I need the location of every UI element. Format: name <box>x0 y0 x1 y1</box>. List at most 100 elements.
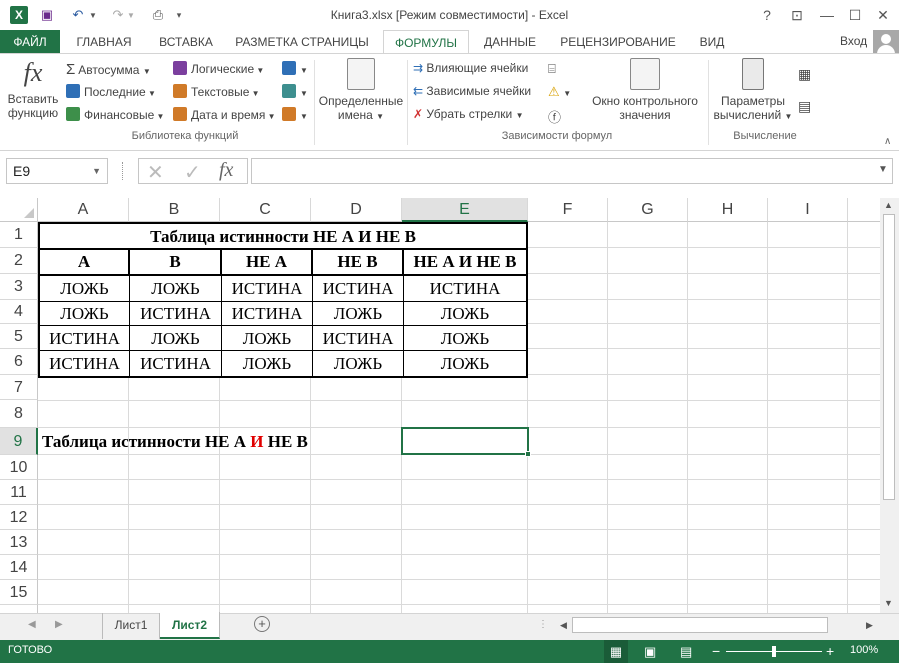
remove-arrows-button[interactable]: ✗ Убрать стрелки ▼ <box>413 107 523 121</box>
evaluate-formula-icon[interactable]: ⓕ <box>548 107 561 126</box>
show-formulas-icon[interactable]: ⌸ <box>548 61 556 77</box>
table-cell[interactable]: ИСТИНА <box>130 302 222 326</box>
financial-button[interactable]: Финансовые ▼ <box>66 107 164 122</box>
table-title[interactable]: Таблица истинности НЕ А И НЕ В <box>40 224 526 250</box>
collapse-ribbon-icon[interactable]: ∧ <box>884 136 891 147</box>
scroll-down-icon[interactable]: ▼ <box>884 598 893 608</box>
horizontal-scrollbar[interactable] <box>572 617 828 633</box>
table-cell[interactable]: ИСТИНА <box>222 302 313 326</box>
scrollbar-thumb[interactable] <box>883 214 895 500</box>
column-header-d[interactable]: D <box>311 198 402 222</box>
scroll-up-icon[interactable]: ▲ <box>884 200 893 210</box>
row-header-8[interactable]: 8 <box>0 400 38 428</box>
sheet-tab-1[interactable]: Лист1 <box>102 613 160 639</box>
tab-formulas[interactable]: ФОРМУЛЫ <box>383 30 469 55</box>
recent-button[interactable]: Последние ▼ <box>66 84 156 99</box>
row-header-9[interactable]: 9 <box>0 428 38 455</box>
table-cell[interactable]: ЛОЖЬ <box>313 302 404 326</box>
select-all-corner[interactable] <box>0 198 38 222</box>
column-header-c[interactable]: C <box>220 198 311 222</box>
maximize-icon[interactable]: ☐ <box>842 4 868 26</box>
calculate-sheet-icon[interactable]: ▤ <box>798 98 811 115</box>
add-sheet-icon[interactable]: + <box>254 616 270 632</box>
row-header-1[interactable]: 1 <box>0 222 38 248</box>
table-cell[interactable]: ЛОЖЬ <box>222 351 313 376</box>
table-cell[interactable]: ИСТИНА <box>313 276 404 302</box>
formula-input[interactable] <box>251 158 893 184</box>
header-b[interactable]: B <box>130 250 222 276</box>
enter-icon[interactable]: ✓ <box>184 160 201 185</box>
text-button[interactable]: Текстовые ▼ <box>173 84 260 99</box>
tab-review[interactable]: РЕЦЕНЗИРОВАНИЕ <box>552 30 684 54</box>
table-cell[interactable]: ИСТИНА <box>40 351 130 376</box>
autosum-button[interactable]: Σ Автосумма ▼ <box>66 61 151 78</box>
trace-precedents-button[interactable]: ⇉ Влияющие ячейки <box>413 61 528 75</box>
column-header-i[interactable]: I <box>768 198 848 222</box>
table-cell[interactable]: ЛОЖЬ <box>404 351 526 376</box>
hscroll-left-icon[interactable]: ◀ <box>560 620 567 631</box>
table-cell[interactable]: ИСТИНА <box>404 276 526 302</box>
calculate-now-icon[interactable]: ▦ <box>798 66 811 83</box>
table-cell[interactable]: ИСТИНА <box>313 326 404 351</box>
trace-dependents-button[interactable]: ⇇ Зависимые ячейки <box>413 84 531 98</box>
row-header-3[interactable]: 3 <box>0 274 38 300</box>
row-header-5[interactable]: 5 <box>0 324 38 349</box>
error-checking-icon[interactable]: ⚠ ▼ <box>548 84 571 100</box>
hscroll-right-icon[interactable]: ▶ <box>866 620 873 631</box>
selected-cell-e9[interactable] <box>401 427 529 455</box>
datetime-button[interactable]: Дата и время ▼ <box>173 107 276 122</box>
sign-in-link[interactable]: Вход <box>840 34 867 48</box>
row-header-14[interactable]: 14 <box>0 555 38 580</box>
prev-sheet-icon[interactable]: ◀ <box>28 619 36 630</box>
minimize-button[interactable]: — <box>814 4 840 26</box>
close-button[interactable]: ✕ <box>870 4 896 26</box>
row-header-2[interactable]: 2 <box>0 248 38 274</box>
header-not-a[interactable]: НЕ А <box>222 250 313 276</box>
zoom-out-icon[interactable]: − <box>712 640 720 663</box>
column-header-h[interactable]: H <box>688 198 768 222</box>
logical-button[interactable]: Логические ▼ <box>173 61 264 76</box>
page-break-view-icon[interactable]: ▤ <box>680 640 692 663</box>
tab-insert[interactable]: ВСТАВКА <box>148 30 224 54</box>
avatar[interactable] <box>873 30 899 54</box>
page-layout-view-icon[interactable]: ▣ <box>644 640 656 663</box>
row-header-10[interactable]: 10 <box>0 455 38 480</box>
row-header-6[interactable]: 6 <box>0 349 38 375</box>
row-header-7[interactable]: 7 <box>0 375 38 400</box>
column-header-g[interactable]: G <box>608 198 688 222</box>
row-header-15[interactable]: 15 <box>0 580 38 605</box>
tab-page-layout[interactable]: РАЗМЕТКА СТРАНИЦЫ <box>228 30 376 54</box>
worksheet-grid[interactable]: A B C D E F G H I 1 2 3 4 5 6 7 8 9 10 1… <box>0 198 880 613</box>
lookup-button[interactable]: ▼ <box>282 61 308 76</box>
table-cell[interactable]: ЛОЖЬ <box>313 351 404 376</box>
calc-options-button[interactable]: Параметры вычислений ▼ <box>710 58 796 122</box>
zoom-level[interactable]: 100% <box>850 644 878 656</box>
fill-handle[interactable] <box>525 451 531 457</box>
math-button[interactable]: ▼ <box>282 84 308 99</box>
table-cell[interactable]: ЛОЖЬ <box>40 302 130 326</box>
defined-names-button[interactable]: Определенные имена ▼ <box>316 58 406 122</box>
normal-view-icon[interactable]: ▦ <box>604 640 628 663</box>
header-not-b[interactable]: НЕ В <box>313 250 404 276</box>
column-header-b[interactable]: B <box>129 198 220 222</box>
help-button[interactable]: ? <box>754 4 780 26</box>
next-sheet-icon[interactable]: ▶ <box>55 619 63 630</box>
table-cell[interactable]: ИСТИНА <box>40 326 130 351</box>
tab-view[interactable]: ВИД <box>690 30 734 54</box>
name-box[interactable]: E9 ▼ <box>6 158 108 184</box>
column-header-a[interactable]: A <box>38 198 129 222</box>
sheet-tab-2[interactable]: Лист2 <box>160 612 220 639</box>
table-cell[interactable]: ЛОЖЬ <box>404 302 526 326</box>
cancel-icon[interactable]: ✕ <box>147 160 164 185</box>
table-cell[interactable]: ЛОЖЬ <box>222 326 313 351</box>
table-cell[interactable]: ЛОЖЬ <box>130 276 222 302</box>
tab-data[interactable]: ДАННЫЕ <box>474 30 546 54</box>
zoom-in-icon[interactable]: + <box>826 640 834 663</box>
row-header-12[interactable]: 12 <box>0 505 38 530</box>
column-header-f[interactable]: F <box>528 198 608 222</box>
column-header-j[interactable] <box>848 198 880 222</box>
sheet-bar-splitter-icon[interactable]: ⋮ <box>538 619 548 630</box>
header-a[interactable]: A <box>40 250 130 276</box>
ribbon-display-options-icon[interactable]: ⊡ <box>784 4 810 26</box>
table-cell[interactable]: ИСТИНА <box>130 351 222 376</box>
